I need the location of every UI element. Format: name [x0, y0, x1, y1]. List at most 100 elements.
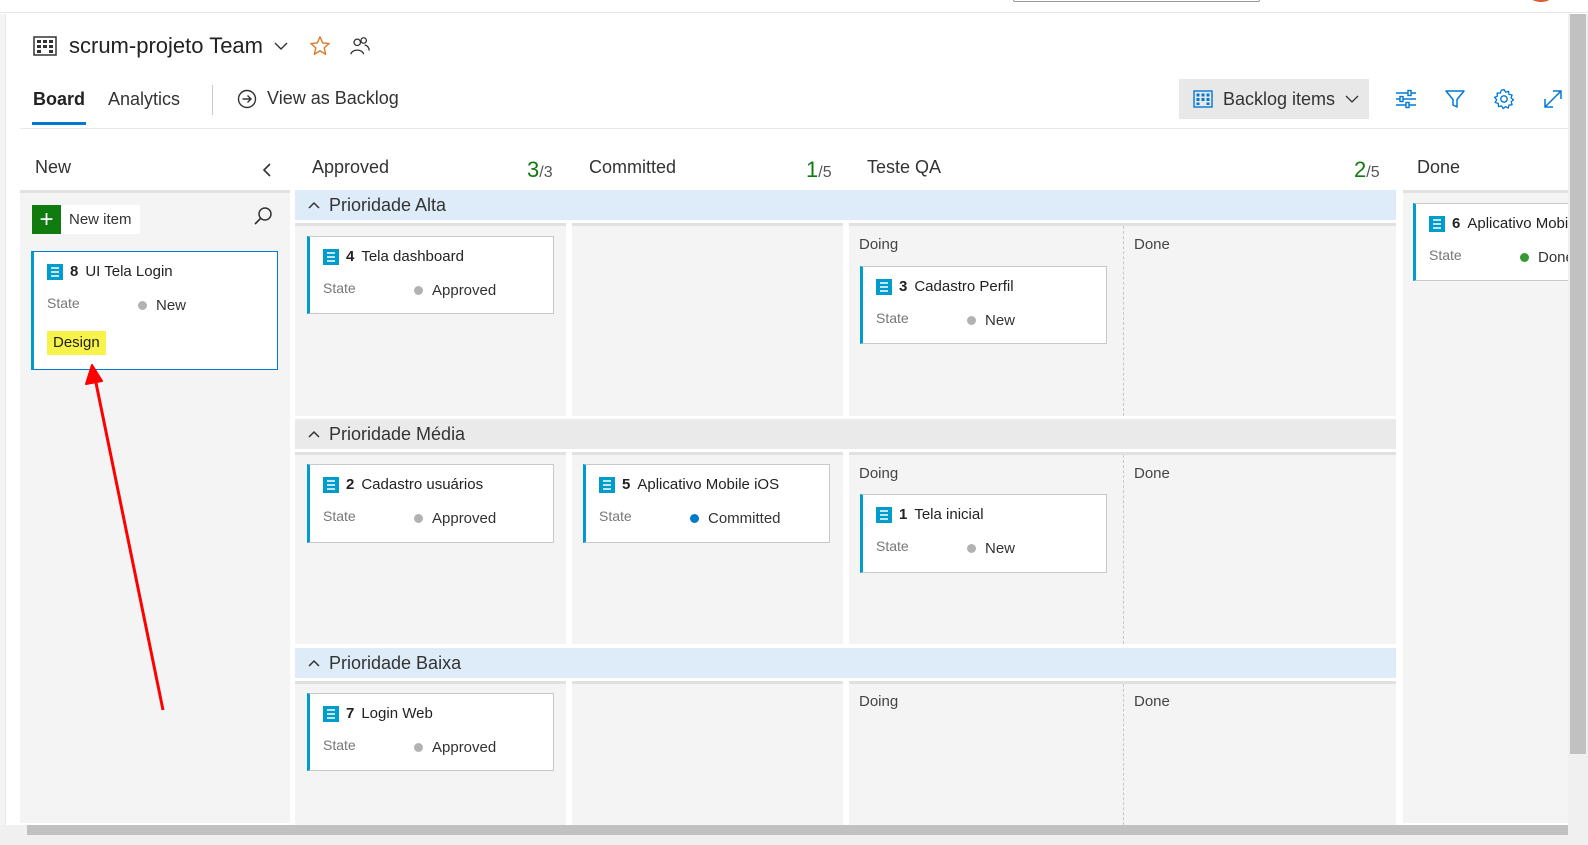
backlog-item-icon [599, 476, 615, 493]
card-1[interactable]: 1 Tela inicial State New [860, 494, 1107, 573]
sub-column-done: Done [1134, 693, 1170, 710]
state-dot [690, 514, 699, 523]
chevron-up-icon [308, 201, 320, 209]
horizontal-scrollbar[interactable] [0, 825, 1568, 845]
scroll-thumb[interactable] [1570, 14, 1586, 754]
view-as-backlog-link[interactable]: View as Backlog [237, 80, 399, 109]
column-done [1403, 190, 1568, 823]
card-8[interactable]: 8 UI Tela Login State New Design [31, 251, 278, 370]
chevron-down-icon[interactable] [273, 38, 289, 54]
swimlane-label: Prioridade Baixa [329, 652, 462, 673]
card-5[interactable]: 5 Aplicativo Mobile iOS State Committed [583, 464, 830, 543]
search-icon[interactable] [253, 206, 273, 226]
swimlane-prioridade-alta[interactable]: Prioridade Alta [295, 190, 1396, 220]
card-title-row: 1 Tela inicial [876, 506, 984, 523]
settings-sliders-icon[interactable] [1394, 87, 1418, 111]
card-title[interactable]: Login Web [361, 705, 432, 722]
backlog-item-icon [1429, 215, 1445, 232]
backlog-item-icon [876, 278, 892, 295]
card-3[interactable]: 3 Cadastro Perfil State New [860, 266, 1107, 344]
filter-icon[interactable] [1443, 87, 1467, 111]
sub-column-done: Done [1134, 465, 1170, 482]
left-edge-panel [0, 14, 6, 845]
card-id: 4 [346, 248, 355, 265]
state-value[interactable]: New [967, 312, 1015, 329]
state-value[interactable]: Approved [414, 282, 496, 299]
cell-committed-baixa [572, 681, 843, 825]
vertical-scrollbar[interactable] [1568, 14, 1588, 845]
sub-column-doing: Doing [859, 465, 899, 482]
card-title[interactable]: Aplicativo Mobile iOS [637, 476, 779, 493]
top-input-field[interactable] [1013, 0, 1260, 2]
gear-icon[interactable] [1492, 87, 1516, 111]
team-name[interactable]: scrum-projeto Team [69, 33, 263, 59]
card-title[interactable]: Aplicativo Mobile [1467, 215, 1568, 232]
split-divider [1123, 684, 1124, 825]
state-value[interactable]: New [967, 540, 1015, 557]
scroll-thumb[interactable] [27, 825, 1568, 835]
state-dot [967, 544, 976, 553]
sub-column-doing: Doing [859, 693, 899, 710]
card-title-row: 5 Aplicativo Mobile iOS [599, 476, 779, 493]
card-2[interactable]: 2 Cadastro usuários State Approved [307, 464, 554, 543]
state-label: State [323, 508, 356, 524]
chevron-down-icon [1345, 95, 1359, 103]
swimlane-prioridade-media[interactable]: Prioridade Média [295, 419, 1396, 449]
state-label: State [323, 280, 356, 296]
people-icon[interactable] [349, 35, 371, 57]
user-avatar[interactable] [1530, 0, 1552, 2]
new-item-button[interactable]: + New item [32, 205, 140, 234]
card-title[interactable]: Cadastro Perfil [914, 278, 1013, 295]
card-id: 2 [346, 476, 355, 493]
cell-committed-alta [572, 223, 843, 416]
card-title-row: 3 Cadastro Perfil [876, 278, 1014, 295]
backlog-item-icon [876, 506, 892, 523]
card-id: 8 [70, 263, 79, 280]
star-icon[interactable] [309, 35, 331, 57]
state-value[interactable]: Approved [414, 739, 496, 756]
card-title-row: 2 Cadastro usuários [323, 476, 483, 493]
card-7[interactable]: 7 Login Web State Approved [307, 693, 554, 771]
state-label: State [47, 295, 80, 311]
tab-analytics[interactable]: Analytics [108, 80, 180, 126]
state-value[interactable]: New [138, 297, 186, 314]
state-value[interactable]: Approved [414, 510, 496, 527]
card-title[interactable]: Tela inicial [914, 506, 983, 523]
card-id: 5 [622, 476, 631, 493]
state-label: State [599, 508, 632, 524]
state-value[interactable]: Committed [690, 510, 781, 527]
chevron-left-icon[interactable] [258, 160, 276, 180]
card-6[interactable]: 6 Aplicativo Mobile State Done [1413, 203, 1568, 281]
board-icon [33, 36, 57, 56]
state-dot [1520, 253, 1529, 262]
backlog-item-icon [47, 263, 63, 280]
split-divider [1123, 226, 1124, 416]
card-title[interactable]: Tela dashboard [361, 248, 464, 265]
column-header-committed: Committed [589, 157, 677, 177]
column-header-approved: Approved [312, 157, 390, 177]
column-header-done: Done [1417, 157, 1461, 177]
header-divider [20, 128, 1568, 129]
board-icon [1193, 90, 1213, 108]
state-value[interactable]: Done [1520, 249, 1568, 266]
state-label: State [876, 310, 909, 326]
state-label: State [876, 538, 909, 554]
card-title[interactable]: UI Tela Login [85, 263, 172, 280]
card-title[interactable]: Cadastro usuários [361, 476, 483, 493]
card-id: 3 [899, 278, 908, 295]
card-title-row: 4 Tela dashboard [323, 248, 464, 265]
column-header-teste-qa: Teste QA [867, 157, 942, 177]
card-id: 1 [899, 506, 908, 523]
expand-icon[interactable] [1541, 87, 1565, 111]
card-4[interactable]: 4 Tela dashboard State Approved [307, 236, 554, 314]
sub-column-done: Done [1134, 236, 1170, 253]
backlog-item-icon [323, 705, 339, 722]
swimlane-prioridade-baixa[interactable]: Prioridade Baixa [295, 648, 1396, 678]
backlog-level-dropdown[interactable]: Backlog items [1179, 79, 1369, 119]
tab-board[interactable]: Board [31, 80, 87, 126]
tag-badge[interactable]: Design [47, 331, 106, 355]
sub-column-doing: Doing [859, 236, 899, 253]
board-toolbar: Backlog items [1179, 79, 1565, 119]
swimlane-label: Prioridade Média [329, 423, 466, 444]
state-label: State [1429, 247, 1462, 263]
